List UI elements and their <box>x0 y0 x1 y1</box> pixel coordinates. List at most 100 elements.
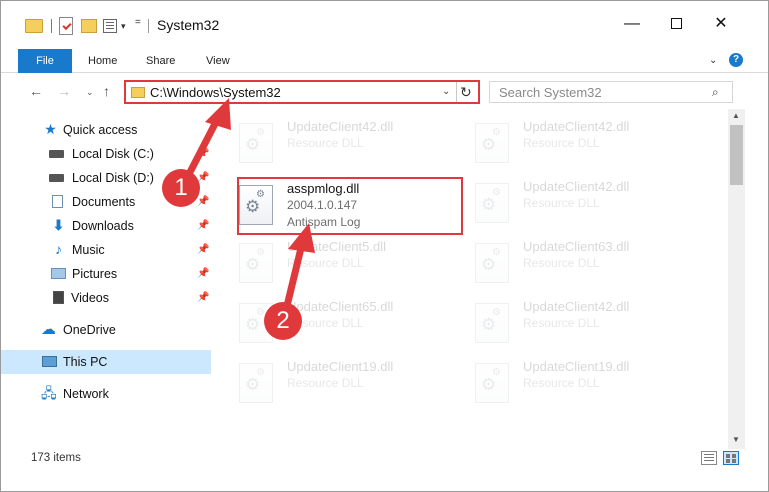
address-divider <box>456 82 457 102</box>
sidebar-item-label: Downloads <box>72 219 134 233</box>
file-item[interactable]: UpdateClient42.dll Resource DLL <box>451 175 679 231</box>
sidebar-item-local-disk-c[interactable]: Local Disk (C:) 📌 <box>1 142 211 166</box>
scroll-up-icon[interactable]: ▲ <box>732 111 740 120</box>
sidebar-item-label: Local Disk (D:) <box>72 171 154 185</box>
dll-file-icon <box>239 123 273 163</box>
tab-file[interactable]: File <box>18 49 72 73</box>
sidebar-item-downloads[interactable]: ⬇ Downloads 📌 <box>1 214 211 238</box>
file-name: UpdateClient42.dll <box>523 299 630 314</box>
file-item[interactable]: UpdateClient42.dll Resource DLL <box>451 115 679 171</box>
file-name: UpdateClient42.dll <box>287 119 394 134</box>
title-divider <box>148 19 149 33</box>
up-button[interactable]: ↑ <box>103 83 110 99</box>
properties-icon[interactable] <box>59 17 73 35</box>
title-bar: ▾ = System32 — ✕ <box>1 1 768 47</box>
sidebar-item-label: Pictures <box>72 267 118 281</box>
file-item[interactable]: UpdateClient63.dll Resource DLL <box>451 235 679 291</box>
pin-icon: 📌 <box>197 244 210 255</box>
step-2-label: 2 <box>276 307 290 334</box>
pictures-icon <box>51 268 66 279</box>
sidebar-item-label: Network <box>63 387 109 401</box>
file-item[interactable]: UpdateClient19.dll Resource DLL <box>451 355 679 411</box>
customize-toolbar-icon[interactable]: = <box>135 17 141 28</box>
sidebar-item-quick-access[interactable]: ★ Quick access <box>1 118 211 142</box>
dll-file-icon <box>475 303 509 343</box>
pin-icon: 📌 <box>197 292 210 303</box>
forward-button[interactable]: → <box>57 83 71 99</box>
music-icon: ♪ <box>55 241 62 257</box>
recent-locations-button[interactable]: ⌄ <box>86 87 94 98</box>
status-bar: 173 items <box>1 448 768 472</box>
file-name: UpdateClient5.dll <box>287 239 387 254</box>
dll-file-icon <box>475 363 509 403</box>
folder-icon <box>131 87 145 98</box>
file-name: UpdateClient63.dll <box>523 239 630 254</box>
file-name: UpdateClient42.dll <box>523 179 630 194</box>
toolbar-divider <box>51 19 52 33</box>
scroll-thumb[interactable] <box>730 125 743 185</box>
address-dropdown-icon[interactable]: ⌄ <box>442 86 450 97</box>
sidebar-item-label: Documents <box>72 195 136 209</box>
sidebar-item-videos[interactable]: Videos 📌 <box>1 286 211 310</box>
file-name: UpdateClient19.dll <box>523 359 630 374</box>
file-name: UpdateClient19.dll <box>287 359 394 374</box>
pin-icon: 📌 <box>197 220 210 231</box>
details-view-icon[interactable] <box>701 451 717 465</box>
file-item[interactable]: UpdateClient42.dll Resource DLL <box>451 295 679 351</box>
window-title: System32 <box>157 17 220 33</box>
folder-icon <box>25 19 43 33</box>
sidebar-item-label: Music <box>72 243 105 257</box>
dll-file-icon <box>239 243 273 283</box>
help-icon[interactable]: ? <box>729 53 743 67</box>
file-description: Resource DLL <box>287 376 364 390</box>
address-bar[interactable]: C:\Windows\System32 ⌄ ↻ <box>124 80 480 104</box>
sidebar-item-network[interactable]: 🖧 Network <box>1 382 211 406</box>
vertical-scrollbar[interactable]: ▲ ▼ <box>728 109 745 449</box>
dll-file-icon <box>239 363 273 403</box>
address-path[interactable]: C:\Windows\System32 <box>150 85 281 100</box>
downloads-icon: ⬇ <box>52 217 65 233</box>
maximize-icon <box>670 18 682 30</box>
close-button[interactable]: ✕ <box>698 9 744 39</box>
sidebar-item-this-pc[interactable]: This PC <box>1 350 211 374</box>
tab-share[interactable]: Share <box>146 49 175 73</box>
network-icon: 🖧 <box>41 385 57 401</box>
maximize-button[interactable] <box>653 9 699 39</box>
refresh-button[interactable]: ↻ <box>460 84 472 101</box>
sidebar-item-onedrive[interactable]: ☁ OneDrive <box>1 318 211 342</box>
tab-home[interactable]: Home <box>88 49 117 73</box>
sidebar-item-label: Quick access <box>63 123 138 137</box>
sidebar-item-label: OneDrive <box>63 323 116 337</box>
minimize-button[interactable]: — <box>609 9 655 39</box>
sidebar-item-music[interactable]: ♪ Music 📌 <box>1 238 211 262</box>
search-placeholder: Search System32 <box>499 85 602 100</box>
file-item[interactable]: UpdateClient19.dll Resource DLL <box>215 355 443 411</box>
disk-icon <box>49 174 64 182</box>
onedrive-icon: ☁ <box>41 321 56 338</box>
scroll-down-icon[interactable]: ▼ <box>732 435 740 444</box>
dll-file-icon <box>475 123 509 163</box>
file-explorer-window: ▾ = System32 — ✕ File Home Share View ⌄ … <box>0 0 769 492</box>
new-folder-icon[interactable] <box>81 19 97 33</box>
search-input[interactable]: Search System32 ⌕ <box>489 81 733 103</box>
sidebar-item-pictures[interactable]: Pictures 📌 <box>1 262 211 286</box>
large-icons-view-icon[interactable] <box>723 451 739 465</box>
file-description: Resource DLL <box>523 316 600 330</box>
tab-view[interactable]: View <box>206 49 230 73</box>
file-item[interactable]: UpdateClient5.dll Resource DLL <box>215 235 443 291</box>
expand-ribbon-icon[interactable]: ⌄ <box>709 55 717 66</box>
disk-icon <box>49 150 64 158</box>
file-name: UpdateClient42.dll <box>523 119 630 134</box>
this-pc-icon <box>42 356 57 367</box>
back-button[interactable]: ← <box>29 83 43 99</box>
file-highlight-box <box>237 177 463 235</box>
view-options-icon[interactable] <box>103 19 117 33</box>
star-icon: ★ <box>44 121 57 137</box>
videos-icon <box>53 291 64 304</box>
item-count: 173 items <box>31 452 81 464</box>
file-item[interactable]: UpdateClient65.dll Resource DLL <box>215 295 443 351</box>
ribbon-tabs: File Home Share View ⌄ ? <box>1 49 768 73</box>
search-icon[interactable]: ⌕ <box>712 85 719 100</box>
file-item[interactable]: UpdateClient42.dll Resource DLL <box>215 115 443 171</box>
chevron-down-icon[interactable]: ▾ <box>121 21 126 32</box>
